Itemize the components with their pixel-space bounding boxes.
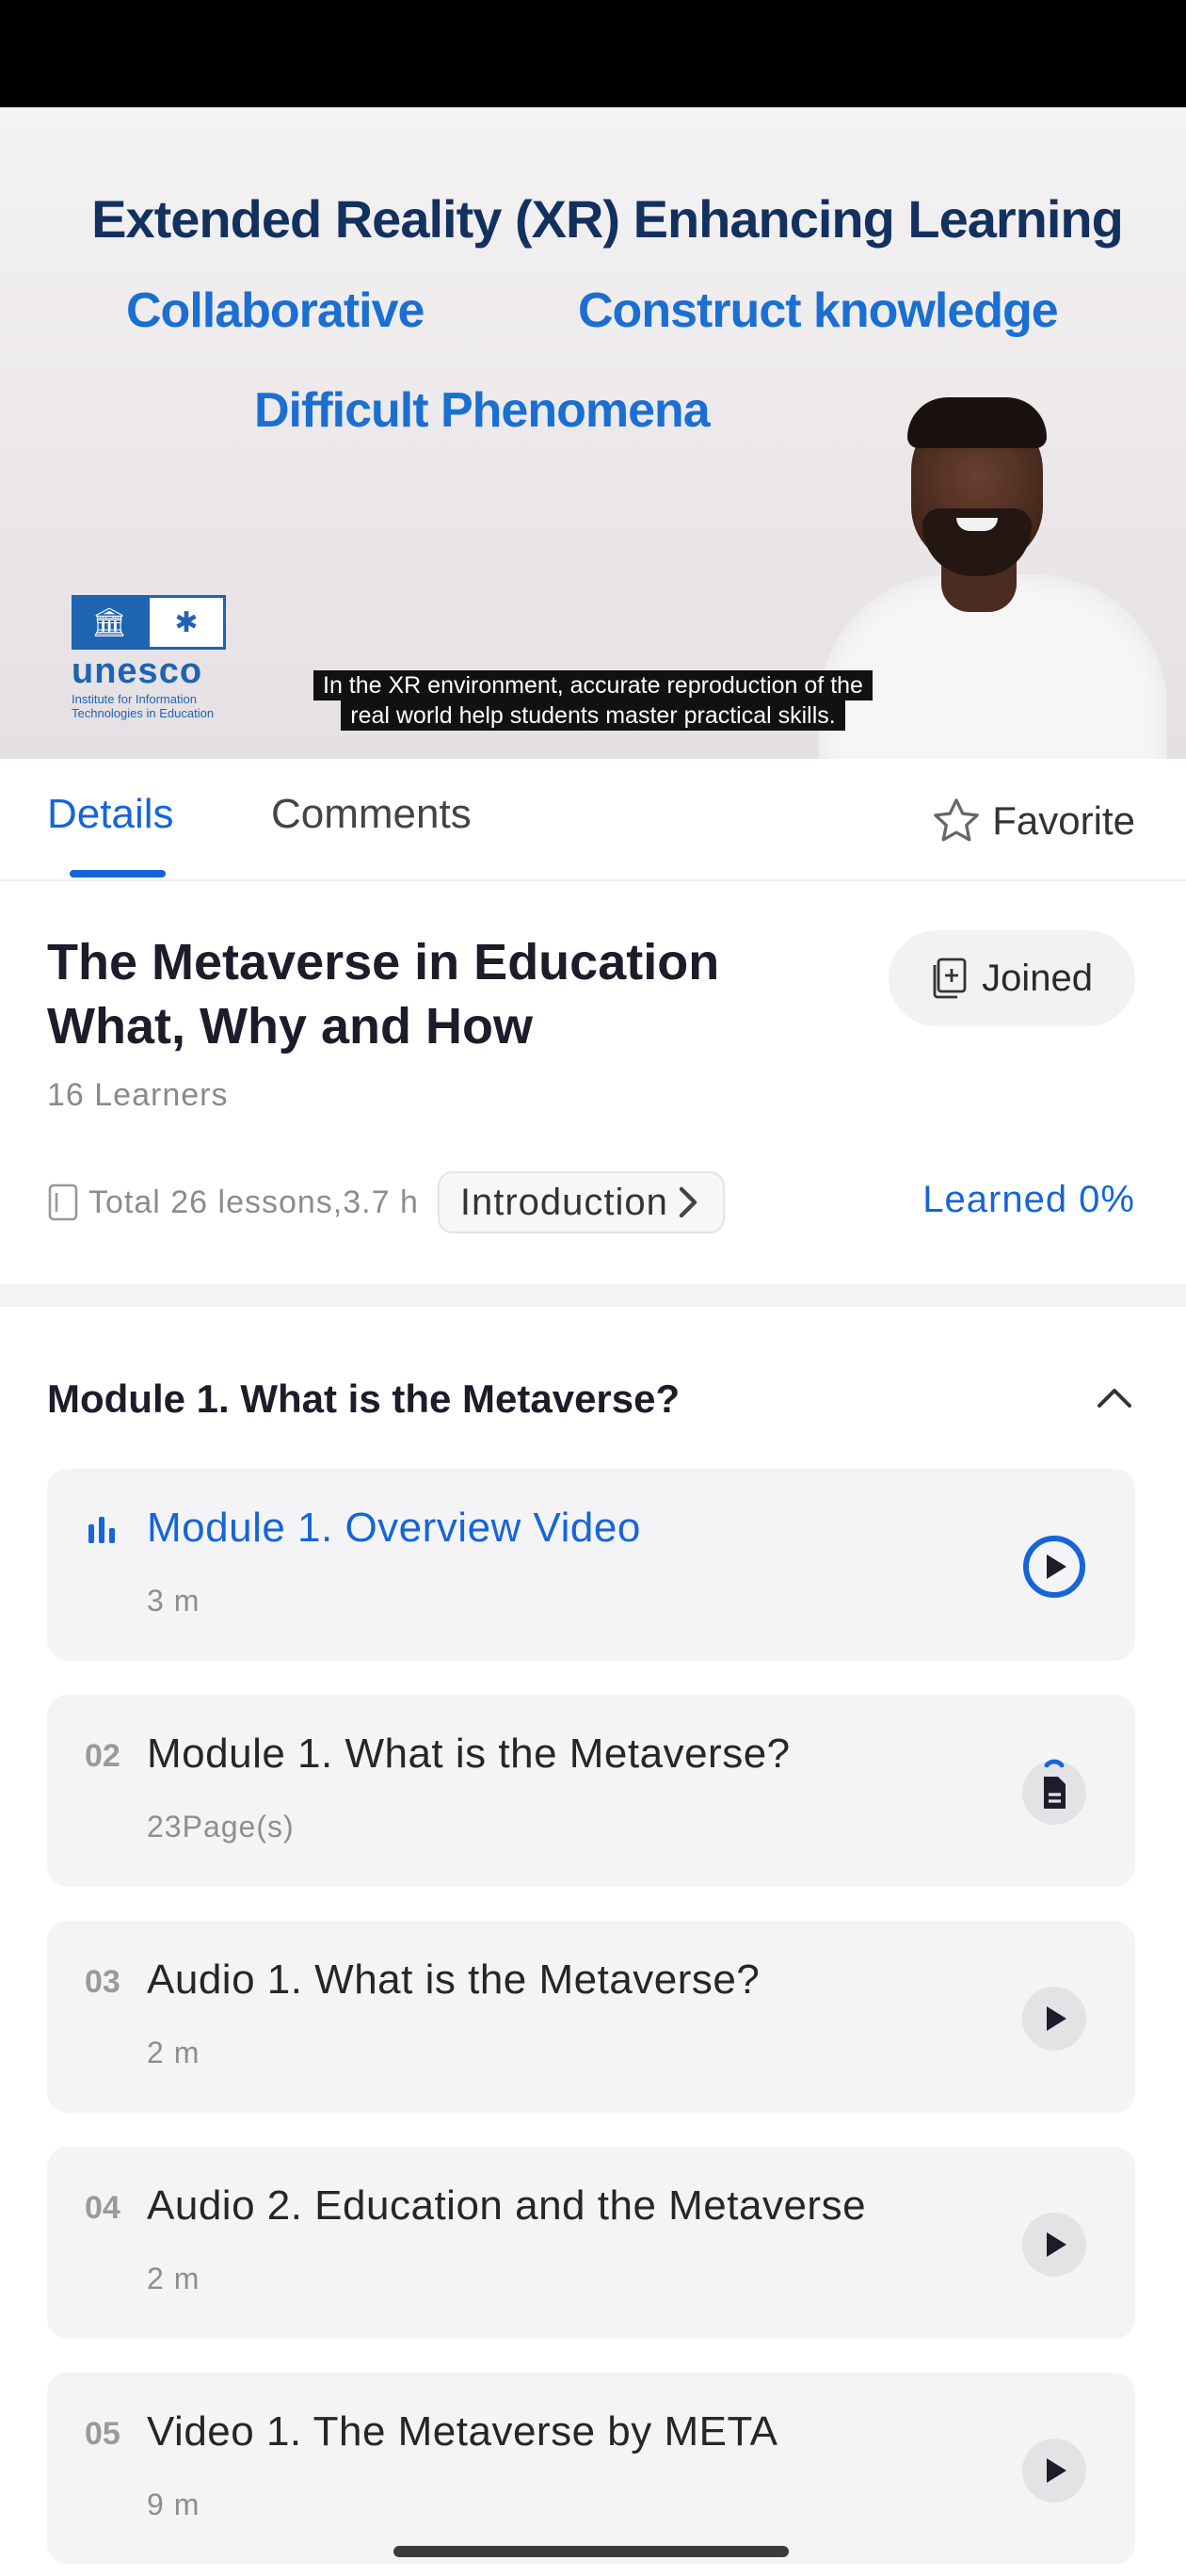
learners-count: 16 Learners bbox=[47, 1077, 229, 1113]
lesson-duration: 3 m bbox=[147, 1584, 200, 1618]
slide-title: Extended Reality (XR) Enhancing Learning bbox=[91, 189, 1124, 249]
lesson-number: 05 bbox=[85, 2416, 120, 2452]
lessons-summary: Total 26 lessons,3.7 h Introduction bbox=[47, 1171, 725, 1233]
lesson-title: Audio 2. Education and the Metaverse bbox=[147, 2182, 867, 2229]
tab-comments[interactable]: Comments bbox=[271, 791, 472, 838]
video-player[interactable]: Extended Reality (XR) Enhancing Learning… bbox=[0, 107, 1186, 759]
lesson-title: Module 1. Overview Video bbox=[147, 1505, 641, 1551]
iite-emblem-icon: ✱ bbox=[147, 595, 226, 650]
chevron-up-icon[interactable] bbox=[1096, 1386, 1133, 1410]
lessons-doc-icon bbox=[48, 1183, 78, 1221]
joined-label: Joined bbox=[982, 957, 1093, 999]
tab-details[interactable]: Details bbox=[47, 791, 174, 838]
lesson-title: Audio 1. What is the Metaverse? bbox=[147, 1956, 761, 2003]
lesson-item-5[interactable]: 05 Video 1. The Metaverse by META 9 m bbox=[47, 2373, 1135, 2565]
play-icon[interactable] bbox=[1020, 1985, 1088, 2053]
play-progress-icon[interactable] bbox=[1020, 1533, 1088, 1601]
lesson-item-2[interactable]: 02 Module 1. What is the Metaverse? 23Pa… bbox=[47, 1695, 1135, 1887]
home-indicator[interactable] bbox=[393, 2546, 789, 2557]
introduction-button[interactable]: Introduction bbox=[437, 1171, 725, 1233]
section-divider bbox=[0, 1284, 1186, 1307]
lesson-item-1[interactable]: Module 1. Overview Video 3 m bbox=[47, 1469, 1135, 1661]
slide-keyword-construct: Construct knowledge bbox=[578, 283, 1059, 338]
lesson-number: 03 bbox=[85, 1964, 120, 2000]
caption-line-1: In the XR environment, accurate reproduc… bbox=[313, 670, 873, 700]
play-icon[interactable] bbox=[1020, 2211, 1088, 2278]
star-outline-icon bbox=[934, 798, 980, 842]
joined-button[interactable]: Joined bbox=[889, 930, 1135, 1026]
chevron-right-icon bbox=[679, 1186, 697, 1218]
status-bar bbox=[0, 0, 1186, 107]
lesson-number: 04 bbox=[85, 2190, 120, 2226]
lesson-title: Video 1. The Metaverse by META bbox=[147, 2408, 778, 2455]
active-tab-indicator bbox=[70, 870, 166, 877]
learned-progress: Learned 0% bbox=[922, 1179, 1135, 1220]
favorite-button[interactable]: Favorite bbox=[930, 795, 1135, 847]
joined-doc-icon bbox=[933, 958, 967, 999]
lesson-number: 02 bbox=[85, 1738, 120, 1774]
course-title: The Metaverse in Education What, Why and… bbox=[47, 934, 720, 1055]
favorite-label: Favorite bbox=[992, 798, 1135, 843]
play-icon[interactable] bbox=[1020, 2437, 1088, 2504]
module-title[interactable]: Module 1. What is the Metaverse? bbox=[47, 1377, 680, 1422]
lesson-pages: 23Page(s) bbox=[147, 1810, 295, 1843]
slide-keyword-phenomena: Difficult Phenomena bbox=[254, 383, 711, 438]
introduction-label: Introduction bbox=[459, 1181, 668, 1223]
lesson-duration: 2 m bbox=[147, 2262, 200, 2295]
lesson-duration: 9 m bbox=[147, 2487, 200, 2521]
lesson-item-3[interactable]: 03 Audio 1. What is the Metaverse? 2 m bbox=[47, 1921, 1135, 2113]
course-info: The Metaverse in Education What, Why and… bbox=[0, 881, 1186, 1284]
now-playing-bars-icon bbox=[88, 1517, 115, 1543]
caption-line-2: real world help students master practica… bbox=[341, 700, 845, 731]
lesson-item-4[interactable]: 04 Audio 2. Education and the Metaverse … bbox=[47, 2147, 1135, 2339]
total-lessons: Total 26 lessons,3.7 h bbox=[88, 1183, 419, 1220]
tab-bar: Details Comments Favorite bbox=[0, 759, 1186, 881]
lesson-title: Module 1. What is the Metaverse? bbox=[147, 1731, 791, 1777]
document-icon[interactable] bbox=[1020, 1759, 1088, 1827]
lesson-duration: 2 m bbox=[147, 2036, 200, 2069]
video-captions: In the XR environment, accurate reproduc… bbox=[0, 670, 1186, 731]
temple-icon: 🏛 bbox=[72, 595, 147, 650]
slide-keyword-collaborative: Collaborative bbox=[126, 283, 425, 338]
